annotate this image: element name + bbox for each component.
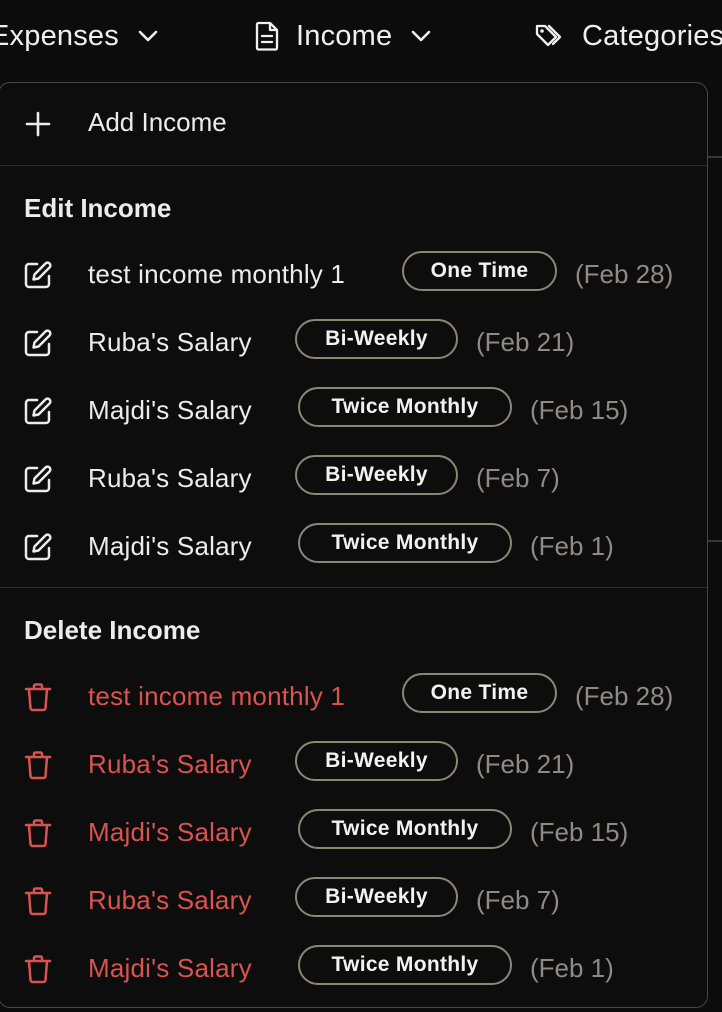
nav-categories-menu[interactable]: Categories xyxy=(534,14,722,58)
income-date: (Feb 1) xyxy=(530,531,614,561)
income-date: (Feb 15) xyxy=(530,817,629,847)
plus-icon xyxy=(25,111,51,142)
delete-income-section-title: Delete Income xyxy=(24,615,201,645)
trash-icon xyxy=(23,682,53,712)
menu-divider xyxy=(0,165,707,166)
delete-income-item[interactable]: Ruba's Salary Bi-Weekly (Feb 7) xyxy=(0,875,707,925)
income-date: (Feb 21) xyxy=(476,749,575,779)
delete-income-item[interactable]: Majdi's Salary Twice Monthly (Feb 15) xyxy=(0,807,707,857)
edit-income-item[interactable]: Majdi's Salary Twice Monthly (Feb 15) xyxy=(0,385,707,435)
add-income-label: Add Income xyxy=(88,107,227,137)
edit-income-section-title: Edit Income xyxy=(24,193,172,223)
add-income-menu-item[interactable]: Add Income xyxy=(0,83,707,165)
delete-income-item[interactable]: test income monthly 1 One Time (Feb 28) xyxy=(0,671,707,721)
income-name: Majdi's Salary xyxy=(88,531,252,561)
edit-icon xyxy=(23,328,53,358)
frequency-badge: Bi-Weekly xyxy=(295,741,458,781)
income-name: Ruba's Salary xyxy=(88,885,252,915)
edit-income-item[interactable]: Majdi's Salary Twice Monthly (Feb 1) xyxy=(0,521,707,571)
edit-income-item[interactable]: Ruba's Salary Bi-Weekly (Feb 21) xyxy=(0,317,707,367)
frequency-badge: Bi-Weekly xyxy=(295,319,458,359)
menu-divider xyxy=(0,587,707,588)
frequency-badge: One Time xyxy=(402,251,557,291)
document-icon xyxy=(254,21,280,51)
delete-income-item[interactable]: Ruba's Salary Bi-Weekly (Feb 21) xyxy=(0,739,707,789)
frequency-badge: Bi-Weekly xyxy=(295,455,458,495)
nav-expenses-menu[interactable]: Expenses xyxy=(0,14,159,58)
top-navigation: Expenses Income Categories xyxy=(0,0,722,72)
edit-icon xyxy=(23,396,53,426)
income-dropdown-menu: Add Income Edit Income test income month… xyxy=(0,82,708,1008)
edit-icon xyxy=(23,532,53,562)
income-name: Ruba's Salary xyxy=(88,749,252,779)
income-date: (Feb 28) xyxy=(575,259,674,289)
trash-icon xyxy=(23,954,53,984)
trash-icon xyxy=(23,750,53,780)
chevron-down-icon xyxy=(410,29,432,43)
nav-categories-label: Categories xyxy=(582,19,722,52)
income-name: test income monthly 1 xyxy=(88,259,346,289)
edit-icon xyxy=(23,260,53,290)
income-date: (Feb 7) xyxy=(476,885,560,915)
nav-expenses-label: Expenses xyxy=(0,19,119,52)
background-divider xyxy=(708,156,722,158)
frequency-badge: Twice Monthly xyxy=(298,387,512,427)
income-name: Majdi's Salary xyxy=(88,395,252,425)
income-date: (Feb 21) xyxy=(476,327,575,357)
frequency-badge: Twice Monthly xyxy=(298,523,512,563)
edit-income-item[interactable]: Ruba's Salary Bi-Weekly (Feb 7) xyxy=(0,453,707,503)
nav-income-menu[interactable]: Income xyxy=(254,14,432,58)
nav-income-label: Income xyxy=(296,19,393,52)
income-date: (Feb 1) xyxy=(530,953,614,983)
app-stage: Expenses Income Categories Add Income Ed… xyxy=(0,0,722,1012)
income-date: (Feb 15) xyxy=(530,395,629,425)
frequency-badge: Twice Monthly xyxy=(298,809,512,849)
frequency-badge: Bi-Weekly xyxy=(295,877,458,917)
income-name: Ruba's Salary xyxy=(88,327,252,357)
income-name: Majdi's Salary xyxy=(88,953,252,983)
income-name: test income monthly 1 xyxy=(88,681,346,711)
income-date: (Feb 28) xyxy=(575,681,674,711)
frequency-badge: Twice Monthly xyxy=(298,945,512,985)
frequency-badge: One Time xyxy=(402,673,557,713)
trash-icon xyxy=(23,818,53,848)
edit-icon xyxy=(23,464,53,494)
income-name: Ruba's Salary xyxy=(88,463,252,493)
chevron-down-icon xyxy=(137,29,159,43)
income-name: Majdi's Salary xyxy=(88,817,252,847)
trash-icon xyxy=(23,886,53,916)
income-date: (Feb 7) xyxy=(476,463,560,493)
delete-income-item[interactable]: Majdi's Salary Twice Monthly (Feb 1) xyxy=(0,943,707,993)
background-divider xyxy=(708,540,722,542)
tags-icon xyxy=(534,22,566,50)
edit-income-item[interactable]: test income monthly 1 One Time (Feb 28) xyxy=(0,249,707,299)
